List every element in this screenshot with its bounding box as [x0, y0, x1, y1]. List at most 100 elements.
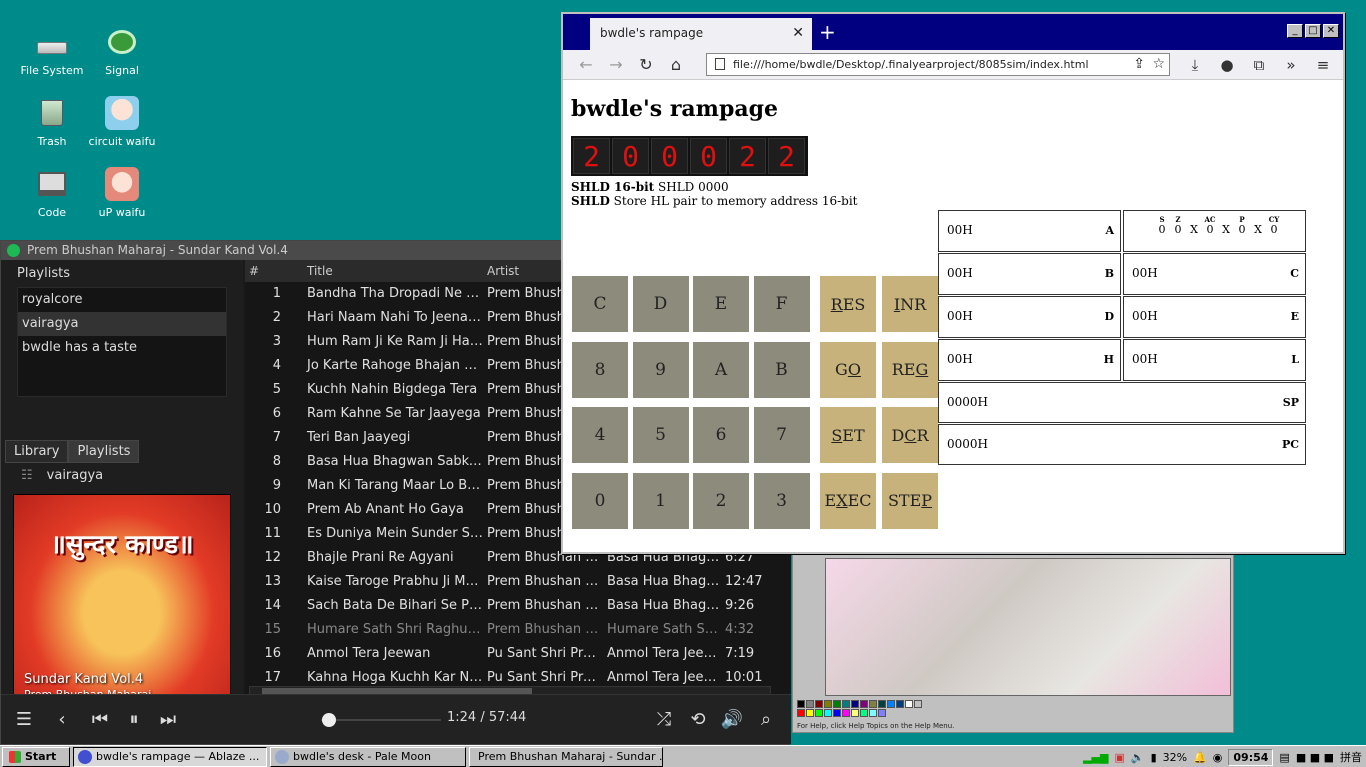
windows-logo-icon [9, 750, 21, 763]
playlist-item[interactable]: royalcore [18, 288, 226, 312]
new-tab-icon[interactable]: + [819, 20, 836, 44]
hex-key-1[interactable]: 1 [632, 472, 689, 529]
track-row[interactable]: 16 Anmol Tera Jeewan Pu Sant Shri Pre... An… [245, 642, 791, 666]
playlist-item-selected[interactable]: vairagya [18, 312, 226, 336]
volume-icon[interactable]: 🔈 [1131, 751, 1145, 764]
hex-key-6[interactable]: 6 [693, 407, 749, 463]
hex-key-c[interactable]: C [572, 276, 628, 332]
previous-track-icon[interactable]: ⏮ [85, 705, 115, 735]
repeat-icon[interactable]: ⟲ [683, 705, 713, 735]
maximize-icon[interactable]: □ [1305, 24, 1321, 38]
menu-icon[interactable]: ☰ [9, 705, 39, 735]
clock[interactable]: 09:54 [1228, 748, 1274, 766]
hex-key-2[interactable]: 2 [693, 472, 749, 529]
hex-key-3[interactable]: 3 [753, 472, 810, 529]
flag-value: 0 [1270, 223, 1278, 236]
close-tab-icon[interactable]: ✕ [792, 18, 804, 48]
desktop-icon-signal[interactable]: Signal [87, 24, 157, 77]
taskbar-item-browser[interactable]: bwdle's rampage — Ablaze ... [73, 746, 267, 767]
overflow-chevron-icon[interactable]: » [1275, 56, 1307, 74]
register-name: PC [1281, 438, 1299, 451]
hex-key-b[interactable]: B [753, 341, 810, 398]
taskbar-item-music-player[interactable]: Prem Bhushan Maharaj - Sundar ... [469, 746, 663, 767]
function-key-step[interactable]: STE P [882, 472, 938, 529]
back-icon[interactable]: ← [571, 55, 601, 74]
display-digit: 0 [612, 138, 649, 174]
register-value: 00H [947, 223, 973, 237]
minimize-icon[interactable]: _ [1287, 24, 1303, 38]
volume-icon[interactable]: 🔊 [717, 705, 747, 735]
clipboard-icon[interactable]: ▤ [1279, 751, 1289, 764]
color-palette[interactable] [797, 700, 925, 717]
hex-key-7[interactable]: 7 [753, 407, 810, 463]
column-header-title[interactable]: Title [303, 260, 483, 282]
camera-icon[interactable]: ◉ [1213, 751, 1223, 764]
hex-key-5[interactable]: 5 [632, 407, 689, 463]
desktop-icon-code[interactable]: Code [17, 166, 87, 219]
function-key-dcr[interactable]: DCR [882, 407, 938, 463]
tab-library[interactable]: Library [5, 440, 69, 463]
reload-icon[interactable]: ↻ [631, 55, 661, 74]
register-value: 00H [947, 352, 973, 366]
hex-key-f[interactable]: F [753, 276, 810, 332]
hex-key-9[interactable]: 9 [632, 341, 689, 398]
chevron-left-icon[interactable]: ‹ [47, 705, 77, 735]
hex-key-d[interactable]: D [632, 276, 689, 332]
pause-icon[interactable]: ⏸ [119, 705, 149, 735]
hex-key-4[interactable]: 4 [572, 407, 628, 463]
function-key-reg[interactable]: RE G [882, 341, 938, 398]
home-icon[interactable]: ⌂ [661, 55, 691, 74]
account-avatar-icon[interactable]: ● [1211, 56, 1243, 74]
input-method-label[interactable]: 拼音 [1340, 749, 1362, 765]
bell-icon[interactable]: 🔔 [1193, 751, 1207, 764]
track-artist: Prem Bhushan M... [487, 574, 603, 589]
close-icon[interactable]: ✕ [1323, 24, 1339, 38]
search-icon[interactable]: ⌕ [751, 705, 781, 735]
playlist-item[interactable]: bwdle has a taste [18, 336, 226, 360]
shuffle-icon[interactable]: ⤮ [649, 705, 679, 735]
key-label-part: EC [847, 491, 872, 510]
input-method-indicator[interactable]: ■ ■ ■ [1296, 751, 1334, 764]
register-value: 0000H [947, 395, 989, 409]
current-playlist: ☷ vairagya [21, 468, 103, 483]
key-label-part: ET [842, 425, 865, 445]
desktop-icon-trash[interactable]: Trash [17, 95, 87, 148]
track-row[interactable]: 13 Kaise Taroge Prabhu Ji Mere Prem Bhusha… [245, 570, 791, 594]
track-row[interactable]: 15 Humare Sath Shri Raghun... Prem Bhushan… [245, 618, 791, 642]
function-key-res[interactable]: R ES [820, 276, 876, 332]
register-value: 0000H [947, 437, 989, 451]
browser-tab[interactable]: bwdle's rampage ✕ [590, 18, 812, 50]
battery-icon[interactable]: ▮ [1151, 751, 1157, 764]
wifi-signal-icon[interactable]: ▂▄▆ [1083, 751, 1108, 764]
seek-bar[interactable] [321, 719, 441, 721]
start-button[interactable]: Start [2, 746, 70, 767]
desktop-icon-up-waifu[interactable]: uP waifu [87, 166, 157, 219]
tray-app-icon[interactable]: ▣ [1114, 751, 1124, 764]
desktop-icon-circuit-waifu[interactable]: circuit waifu [87, 95, 157, 148]
next-track-icon[interactable]: ⏭ [153, 705, 183, 735]
function-keys: R ES I NR G O RE G S ET D C R E X EC STE P [820, 276, 938, 529]
hex-key-0[interactable]: 0 [572, 472, 628, 529]
tab-playlists[interactable]: Playlists [68, 440, 140, 463]
extensions-icon[interactable]: ⧉ [1243, 56, 1275, 74]
hex-key-e[interactable]: E [693, 276, 749, 332]
taskbar-item-pale-moon[interactable]: bwdle's desk - Pale Moon [270, 746, 466, 767]
track-row[interactable]: 14 Sach Bata De Bihari Se Py... Prem Bhush… [245, 594, 791, 618]
seek-handle[interactable] [321, 713, 336, 727]
column-header-number[interactable]: # [245, 260, 303, 282]
forward-icon[interactable]: → [601, 55, 631, 74]
hex-key-a[interactable]: A [693, 341, 749, 398]
share-icon[interactable]: ⇪ [1133, 54, 1145, 75]
function-key-go[interactable]: GO [820, 341, 876, 398]
bookmark-star-icon[interactable]: ☆ [1152, 54, 1165, 75]
task-label: Prem Bhushan Maharaj - Sundar ... [478, 750, 663, 763]
desktop-icon-file-system[interactable]: File System [17, 24, 87, 77]
paint-canvas[interactable] [825, 558, 1231, 696]
function-key-inr[interactable]: I NR [882, 276, 938, 332]
hamburger-menu-icon[interactable]: ≡ [1307, 56, 1339, 74]
function-key-exec[interactable]: E X EC [820, 472, 876, 529]
hex-key-8[interactable]: 8 [572, 341, 628, 398]
download-icon[interactable]: ⤓ [1179, 56, 1211, 74]
url-bar[interactable]: file:///home/bwdle/Desktop/.finalyearpro… [706, 53, 1170, 76]
function-key-set[interactable]: S ET [820, 407, 876, 463]
